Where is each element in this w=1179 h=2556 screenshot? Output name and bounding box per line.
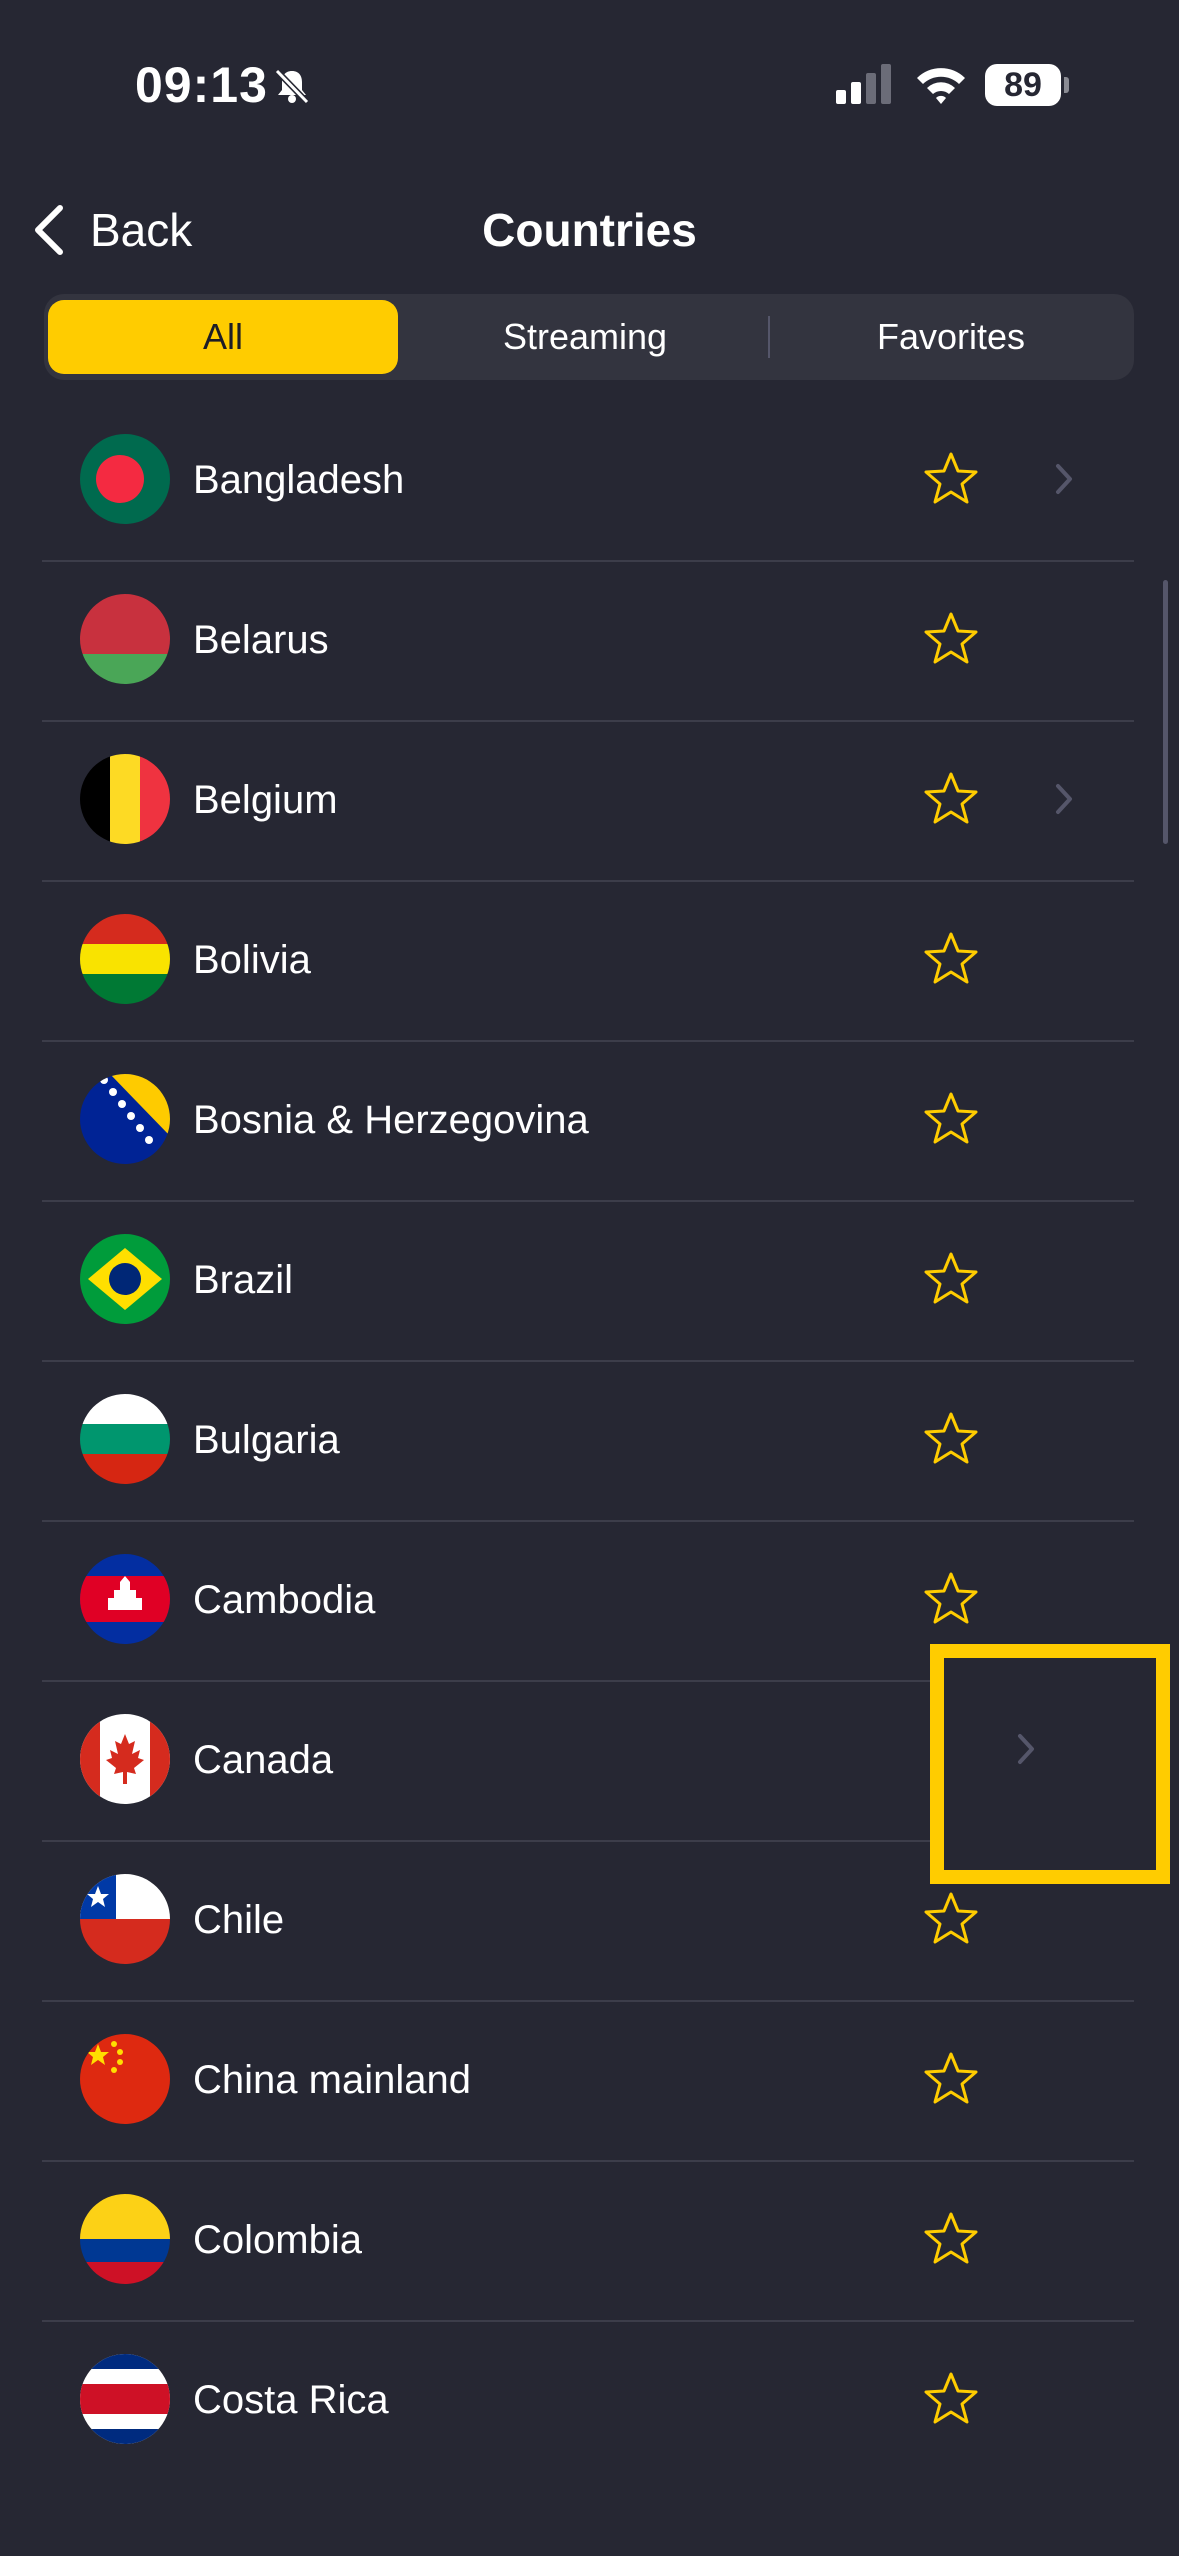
country-name: Cambodia	[193, 1578, 376, 1622]
page-title: Countries	[482, 204, 697, 256]
tab-streaming[interactable]: Streaming	[410, 300, 760, 374]
favorite-star-icon[interactable]	[922, 1090, 980, 1148]
list-item-bosnia-herzegovina[interactable]: Bosnia & Herzegovina	[42, 1040, 1134, 1202]
country-name: Bulgaria	[193, 1418, 340, 1462]
bolivia-flag-icon	[80, 914, 170, 1004]
highlight-box	[930, 1644, 1170, 1884]
favorite-star-icon[interactable]	[922, 770, 980, 828]
country-name: Canada	[193, 1738, 334, 1782]
country-name: Belgium	[193, 778, 338, 822]
country-name: Chile	[193, 1898, 285, 1942]
cambodia-flag-icon	[80, 1554, 170, 1644]
status-bar: 09:13 89	[0, 0, 1179, 170]
china-flag-icon	[80, 2034, 170, 2124]
favorite-star-icon[interactable]	[922, 1890, 980, 1948]
list-item-colombia[interactable]: Colombia	[42, 2160, 1134, 2322]
belarus-flag-icon	[80, 594, 170, 684]
navigation-bar: Back Countries	[0, 170, 1179, 290]
favorite-star-icon[interactable]	[922, 1250, 980, 1308]
chevron-right-icon[interactable]	[1052, 780, 1076, 818]
bulgaria-flag-icon	[80, 1394, 170, 1484]
country-name: Costa Rica	[193, 2378, 389, 2422]
list-item-china-mainland[interactable]: China mainland	[42, 2000, 1134, 2162]
country-name: Bangladesh	[193, 458, 405, 502]
chevron-right-icon[interactable]	[1014, 1730, 1038, 1768]
favorite-star-icon[interactable]	[922, 930, 980, 988]
country-name: Colombia	[193, 2218, 362, 2262]
scroll-indicator[interactable]	[1163, 580, 1168, 844]
costa-rica-flag-icon	[80, 2354, 170, 2444]
list-item-belgium[interactable]: Belgium	[42, 720, 1134, 882]
canada-flag-icon	[80, 1714, 170, 1804]
favorite-star-icon[interactable]	[922, 2210, 980, 2268]
country-name: Brazil	[193, 1258, 294, 1302]
filter-segmented-control: All Streaming Favorites	[44, 294, 1134, 380]
favorite-star-icon[interactable]	[922, 610, 980, 668]
status-time: 09:13	[135, 57, 268, 113]
favorite-star-icon[interactable]	[922, 2050, 980, 2108]
favorite-star-icon[interactable]	[922, 1570, 980, 1628]
belgium-flag-icon	[80, 754, 170, 844]
chile-flag-icon	[80, 1874, 170, 1964]
list-item-bangladesh[interactable]: Bangladesh	[42, 400, 1134, 562]
bangladesh-flag-icon	[80, 434, 170, 524]
country-name: Belarus	[193, 618, 329, 662]
country-name: China mainland	[193, 2058, 471, 2102]
list-item-bulgaria[interactable]: Bulgaria	[42, 1360, 1134, 1522]
list-item-bolivia[interactable]: Bolivia	[42, 880, 1134, 1042]
brazil-flag-icon	[80, 1234, 170, 1324]
bosnia-herzegovina-flag-icon	[80, 1074, 170, 1164]
list-item-brazil[interactable]: Brazil	[42, 1200, 1134, 1362]
battery-icon: 89	[985, 64, 1071, 108]
wifi-icon	[917, 68, 965, 104]
favorite-star-icon[interactable]	[922, 450, 980, 508]
colombia-flag-icon	[80, 2194, 170, 2284]
list-item-costa-rica[interactable]: Costa Rica	[42, 2320, 1134, 2480]
battery-level: 89	[985, 64, 1061, 106]
cellular-signal-icon	[836, 64, 891, 104]
country-name: Bolivia	[193, 938, 311, 982]
bell-slash-icon	[274, 68, 310, 105]
tab-favorites[interactable]: Favorites	[776, 300, 1126, 374]
tab-all[interactable]: All	[48, 300, 398, 374]
list-item-belarus[interactable]: Belarus	[42, 560, 1134, 722]
favorite-star-icon[interactable]	[922, 2370, 980, 2428]
chevron-right-icon[interactable]	[1052, 460, 1076, 498]
favorite-star-icon[interactable]	[922, 1410, 980, 1468]
country-name: Bosnia & Herzegovina	[193, 1098, 589, 1142]
